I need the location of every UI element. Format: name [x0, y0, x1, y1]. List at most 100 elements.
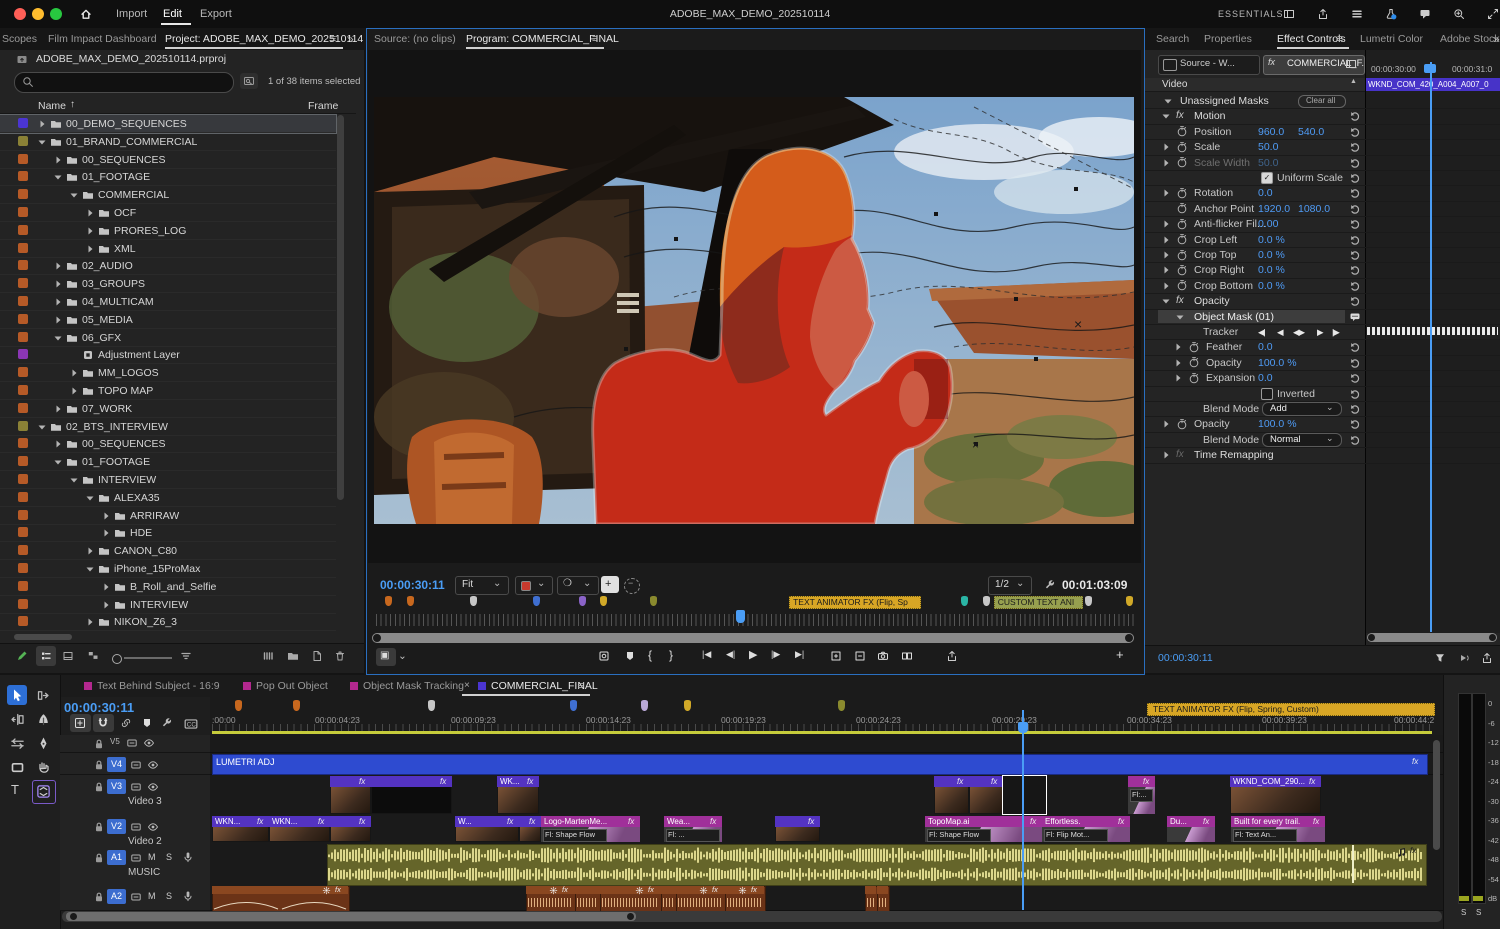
stopwatch-icon[interactable]: [1176, 218, 1188, 230]
label-color-chip[interactable]: [18, 153, 28, 164]
go-to-in-button[interactable]: |◀: [702, 649, 711, 660]
chevR-icon[interactable]: [1160, 234, 1172, 246]
automate-sequence-icon[interactable]: [262, 650, 274, 662]
label-color-chip[interactable]: [18, 135, 28, 146]
tree-row[interactable]: [0, 293, 336, 311]
label-color-chip[interactable]: [18, 545, 28, 556]
track-badge-a2[interactable]: A2: [107, 889, 126, 904]
chevR-icon[interactable]: [84, 545, 96, 557]
tree-row[interactable]: [0, 329, 336, 347]
stopwatch-icon[interactable]: [1176, 279, 1188, 291]
reset-icon[interactable]: [1349, 234, 1361, 246]
prop-value[interactable]: 540.0: [1298, 126, 1324, 138]
chevR-icon[interactable]: [100, 581, 112, 593]
label-color-chip[interactable]: [18, 207, 28, 217]
chevR-icon[interactable]: [68, 367, 80, 379]
annotate-icon[interactable]: [598, 650, 610, 662]
chevR-icon[interactable]: [52, 314, 64, 326]
prop-value[interactable]: 0.0 %: [1258, 249, 1285, 261]
column-header-frame[interactable]: Frame: [308, 100, 338, 112]
reset-icon[interactable]: [1349, 218, 1361, 230]
label-color-chip[interactable]: [18, 367, 28, 378]
workspace-panel-icon[interactable]: [1345, 58, 1357, 70]
stopwatch-icon[interactable]: [1176, 264, 1188, 276]
tab-sequence-1[interactable]: Pop Out Object: [256, 680, 328, 692]
share-icon[interactable]: [1317, 8, 1329, 20]
work-area-bar[interactable]: [212, 731, 1432, 734]
tab-lumetri-color[interactable]: Lumetri Color: [1360, 33, 1423, 45]
compare-icon[interactable]: [901, 650, 913, 662]
mark-out-button[interactable]: }: [669, 648, 673, 662]
reset-icon[interactable]: [1349, 372, 1361, 384]
tracker-1258-button[interactable]: ◀|: [1258, 327, 1266, 338]
stopwatch-icon[interactable]: [1176, 202, 1188, 214]
tab-sequence-2[interactable]: Object Mask Tracking: [363, 680, 464, 692]
hand-icon[interactable]: [36, 760, 51, 775]
meter-solo-button[interactable]: S: [1461, 908, 1466, 917]
chevD-icon[interactable]: [52, 171, 64, 183]
type-tool[interactable]: T: [11, 782, 19, 797]
label-color-chip[interactable]: [18, 580, 28, 591]
chevD-icon[interactable]: [36, 421, 48, 433]
reset-icon[interactable]: [1349, 434, 1361, 446]
stacked-menu-icon[interactable]: [1351, 8, 1363, 20]
prop-value[interactable]: 0.0 %: [1258, 234, 1285, 246]
freeform-view-icon[interactable]: [87, 650, 99, 662]
track-lane-a2[interactable]: [210, 885, 1443, 911]
reset-icon[interactable]: [1349, 264, 1361, 276]
effect-tab-overflow[interactable]: »: [1493, 32, 1500, 46]
keybubble-icon[interactable]: [1349, 311, 1361, 323]
share-icon[interactable]: [1481, 652, 1493, 664]
program-scrollbar-right-knob[interactable]: [1125, 634, 1133, 642]
lock-icon[interactable]: [93, 852, 105, 864]
track-name-v2[interactable]: Video 2: [128, 836, 162, 847]
clip-header[interactable]: [1128, 776, 1155, 787]
zoom-slider-track[interactable]: [124, 657, 172, 659]
prop-value[interactable]: 0.0 %: [1258, 280, 1285, 292]
stopwatch-icon[interactable]: [1176, 156, 1188, 168]
label-color-chip[interactable]: [18, 527, 28, 538]
label-color-chip[interactable]: [18, 171, 28, 182]
label-color-chip[interactable]: [18, 260, 28, 271]
chevR-icon[interactable]: [84, 243, 96, 255]
cc-icon[interactable]: CC: [184, 717, 198, 731]
button-editor-add[interactable]: +: [1116, 647, 1124, 662]
lift-icon[interactable]: [830, 650, 842, 662]
track-badge-v5[interactable]: V5: [110, 737, 120, 746]
tracker-keyframes[interactable]: [1367, 327, 1498, 335]
chevR-icon[interactable]: [52, 438, 64, 450]
tree-row[interactable]: [0, 257, 336, 276]
sequence-tab-menu-icon[interactable]: ≡: [578, 680, 584, 692]
chevR-icon[interactable]: [84, 225, 96, 237]
tracker-1317-button[interactable]: ▶: [1317, 327, 1323, 338]
chevR-icon[interactable]: [1160, 249, 1172, 261]
timeline-timecode[interactable]: 00:00:30:11: [64, 700, 134, 715]
track-badge-a1[interactable]: A1: [107, 850, 126, 865]
funnel-icon[interactable]: [1434, 652, 1446, 664]
patch-icon[interactable]: [130, 821, 142, 833]
rectangle-icon[interactable]: [10, 760, 25, 775]
reset-icon[interactable]: [1349, 157, 1361, 169]
thumbnail-view-icon[interactable]: [62, 650, 74, 662]
tree-row[interactable]: [0, 275, 336, 294]
tab-search[interactable]: Search: [1156, 33, 1189, 45]
mute-button[interactable]: M: [148, 891, 156, 901]
prop-value[interactable]: 0.0: [1258, 187, 1273, 199]
prop-value[interactable]: 0.00: [1258, 218, 1278, 230]
mic-icon[interactable]: [182, 890, 194, 902]
patch-icon[interactable]: [130, 759, 142, 771]
reset-icon[interactable]: [1349, 388, 1361, 400]
checkbox-inverted[interactable]: [1261, 387, 1273, 400]
effect-scrollbar-knob-right[interactable]: [1489, 634, 1496, 641]
close-window-button[interactable]: [14, 8, 26, 20]
reset-icon[interactable]: [1349, 172, 1361, 184]
chevR-icon[interactable]: [1160, 218, 1172, 230]
chevD-icon[interactable]: [68, 474, 80, 486]
timeline-marker[interactable]: [570, 700, 577, 711]
chevR-icon[interactable]: [52, 278, 64, 290]
track-header-a1[interactable]: [60, 843, 210, 886]
reset-icon[interactable]: [1349, 295, 1361, 307]
prop-value[interactable]: 1920.0: [1258, 203, 1290, 215]
project-horizontal-scrollbar[interactable]: [14, 634, 72, 640]
workspace-label[interactable]: ESSENTIALS: [1218, 9, 1284, 19]
